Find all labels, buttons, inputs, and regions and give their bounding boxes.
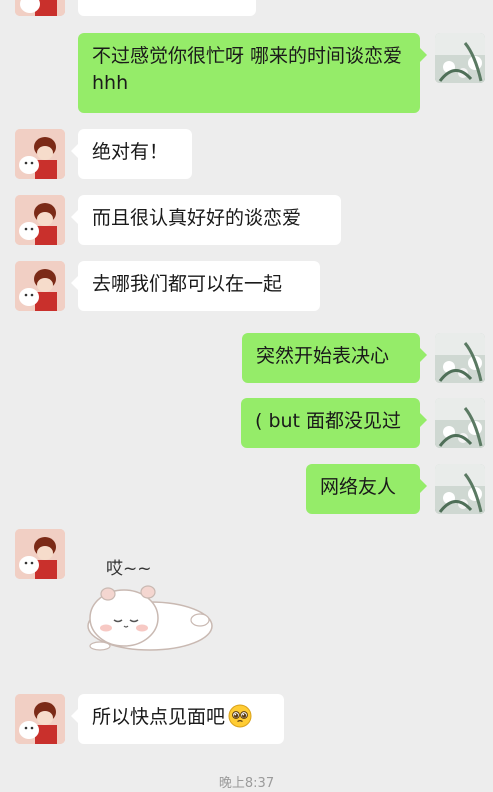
my-avatar-icon <box>435 333 485 383</box>
my-avatar[interactable] <box>435 398 485 448</box>
friend-avatar-icon <box>15 261 65 311</box>
sticker-message[interactable]: 哎~~ <box>78 546 218 658</box>
message-bubble-incoming[interactable]: 绝对有！ <box>71 129 192 179</box>
message-bubble-incoming[interactable]: 所以快点见面吧 <box>71 694 284 744</box>
friend-avatar-icon <box>15 195 65 245</box>
message-text: 去哪我们都可以在一起 <box>92 273 283 295</box>
friend-avatar[interactable] <box>15 694 65 744</box>
message-bubble-outgoing[interactable]: 不过感觉你很忙呀 哪来的时间谈恋爱 hhh <box>78 33 427 113</box>
my-avatar[interactable] <box>435 464 485 514</box>
message-bubble-partial[interactable] <box>78 0 256 16</box>
message-text: 所以快点见面吧 <box>92 706 226 728</box>
message-text: 而且很认真好好的谈恋爱 <box>92 207 302 229</box>
friend-avatar-icon <box>15 529 65 579</box>
message-text: 绝对有！ <box>92 141 169 163</box>
my-avatar-icon <box>435 398 485 448</box>
chat-window: 不过感觉你很忙呀 哪来的时间谈恋爱 hhh 绝对有！ 而且很认真好好的谈恋爱 去… <box>0 0 493 792</box>
sticker-caption: 哎~~ <box>106 559 152 579</box>
message-bubble-outgoing[interactable]: 突然开始表决心 <box>242 333 427 383</box>
friend-avatar-icon <box>15 0 65 16</box>
message-text: 突然开始表决心 <box>256 345 390 367</box>
friend-avatar[interactable] <box>15 261 65 311</box>
message-bubble-incoming[interactable]: 而且很认真好好的谈恋爱 <box>71 195 341 245</box>
friend-avatar[interactable] <box>15 529 65 579</box>
friend-avatar-icon <box>15 694 65 744</box>
message-text: 不过感觉你很忙呀 哪来的时间谈恋爱 hhh <box>92 45 403 94</box>
my-avatar[interactable] <box>435 33 485 83</box>
my-avatar-icon <box>435 33 485 83</box>
message-bubble-outgoing[interactable]: 网络友人 <box>306 464 427 514</box>
pleading-face-emoji-icon <box>228 704 252 728</box>
message-text: 网络友人 <box>320 476 397 498</box>
friend-avatar[interactable] <box>15 0 65 16</box>
friend-avatar[interactable] <box>15 129 65 179</box>
message-bubble-outgoing[interactable]: ( but 面都没见过 <box>241 398 427 448</box>
message-text: ( but 面都没见过 <box>255 410 402 432</box>
my-avatar[interactable] <box>435 333 485 383</box>
friend-avatar[interactable] <box>15 195 65 245</box>
friend-avatar-icon <box>15 129 65 179</box>
my-avatar-icon <box>435 464 485 514</box>
message-bubble-incoming[interactable]: 去哪我们都可以在一起 <box>71 261 320 311</box>
message-timestamp: 晚上8:37 <box>218 776 275 791</box>
